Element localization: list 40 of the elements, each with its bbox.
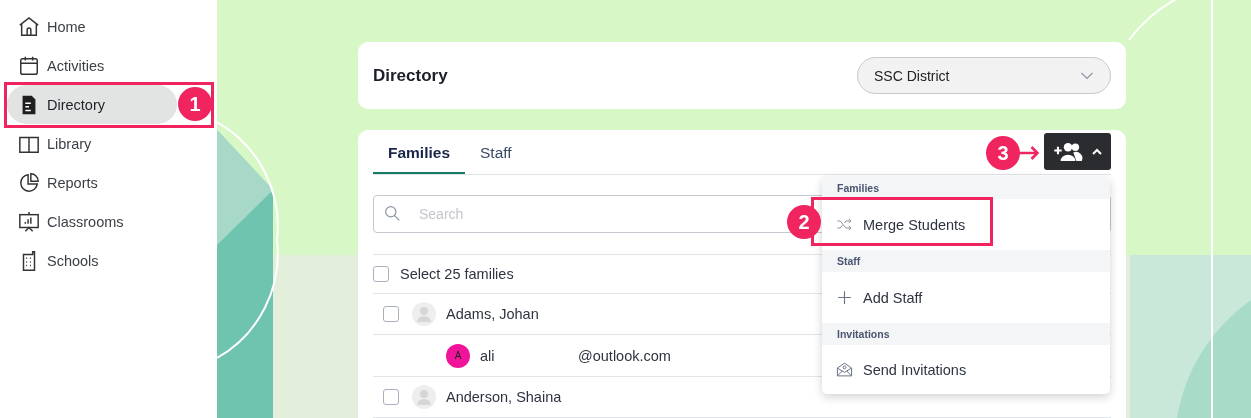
page-title: Directory (373, 65, 448, 86)
sidebar-item[interactable]: Library (7, 124, 177, 163)
presentation-board-icon (18, 210, 40, 233)
sidebar-item[interactable]: Directory (7, 85, 177, 124)
checkbox[interactable] (383, 389, 399, 405)
home-icon (18, 15, 40, 38)
guardian-name: ali (480, 347, 496, 364)
sidebar-item[interactable]: Reports (7, 163, 177, 202)
menu-item[interactable]: Send Invitations (836, 354, 967, 385)
calendar-icon (18, 54, 40, 77)
menu-item[interactable]: Add Staff (836, 282, 923, 313)
avatar-icon (412, 302, 436, 326)
arrow (1018, 146, 1041, 160)
chevron-down-icon (1080, 71, 1094, 80)
chevron-up-icon (1092, 148, 1102, 155)
menu-section-heading: Families (822, 177, 1110, 199)
district-select[interactable]: SSC District (857, 57, 1111, 94)
sidebar-item[interactable]: Home (7, 7, 177, 46)
checkbox[interactable] (373, 266, 389, 282)
select-all-label: Select 25 families (400, 266, 514, 282)
family-name[interactable]: Anderson, Shaina (446, 389, 562, 405)
avatar-icon (412, 385, 436, 409)
sidebar-item[interactable]: Schools (7, 241, 177, 280)
menu-section-heading: Staff (822, 250, 1110, 272)
checkbox[interactable] (383, 306, 399, 322)
guardian-email: @outlook.com (578, 347, 671, 364)
guardian-avatar: A (446, 343, 470, 368)
add-people-icon (1053, 142, 1083, 161)
add-people-button[interactable] (1044, 133, 1111, 170)
sidebar-item[interactable]: Classrooms (7, 202, 177, 241)
tab[interactable]: Staff (465, 144, 527, 174)
search-icon (384, 205, 401, 222)
tab[interactable]: Families (373, 144, 466, 174)
menu-section-heading: Invitations (822, 323, 1110, 345)
family-name[interactable]: Adams, Johan (446, 306, 539, 322)
plus-icon (836, 289, 853, 306)
pie-chart-icon (18, 171, 40, 194)
sidebar-item[interactable]: Activities (7, 46, 177, 85)
envelope-icon (836, 361, 853, 378)
shuffle-icon (836, 216, 853, 233)
